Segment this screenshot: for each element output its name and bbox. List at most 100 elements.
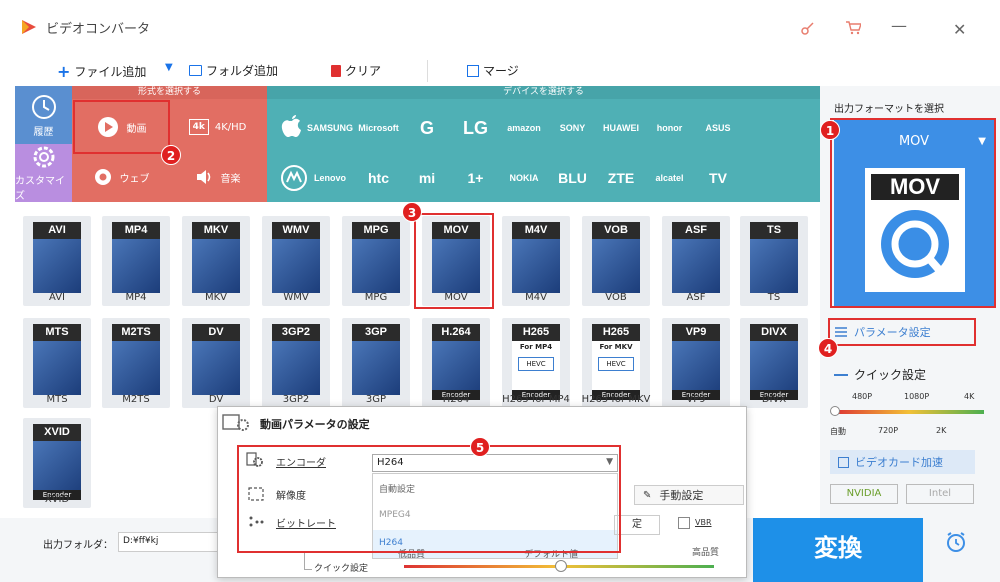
format-tile-label: TS	[750, 222, 798, 239]
nvidia-chip[interactable]: NVIDIA	[830, 484, 898, 504]
mov-highlight-box	[414, 213, 494, 309]
quick-connector	[304, 553, 305, 569]
dropdown-arrow-icon: ▼	[165, 62, 173, 73]
format-tile-art	[33, 441, 81, 495]
trash-icon	[331, 64, 341, 77]
brand-microsoft-icon[interactable]: Microsoft	[354, 114, 404, 142]
motorola-icon[interactable]	[281, 165, 307, 191]
brand-zte-icon[interactable]: ZTE	[596, 164, 646, 192]
format-tile-label: VOB	[592, 222, 640, 239]
format-tile-art	[672, 341, 720, 395]
quality-bar-handle[interactable]	[555, 560, 567, 572]
brand-asus-icon[interactable]: ASUS	[693, 114, 743, 142]
cart-icon[interactable]	[845, 20, 861, 36]
brand-nokia-icon[interactable]: NOKIA	[499, 164, 549, 192]
brand-honor-icon[interactable]: honor	[645, 114, 695, 142]
history-label: 履歴	[33, 126, 54, 138]
brand-htc-icon[interactable]: htc	[354, 164, 404, 192]
brand-g-icon[interactable]: G	[402, 114, 452, 142]
intel-label: Intel	[928, 488, 952, 499]
format-tile-name: MTS	[46, 394, 68, 405]
plus-icon: +	[57, 62, 71, 81]
format-tile-label: ASF	[672, 222, 720, 239]
app-logo-icon	[22, 20, 36, 34]
output-panel: 出力フォーマットを選択 MOV ▼ MOV 1 パラメータ設定 4 クイック設定…	[818, 86, 1000, 582]
brand-blu-icon[interactable]: BLU	[548, 164, 598, 192]
video-params-dialog: 動画パラメータの設定 エンコーダ H264 ▼ 解像度 ビットレート 自動設定 …	[217, 406, 747, 578]
format-tile-label: H265	[592, 324, 640, 341]
web-category[interactable]: ウェブ	[75, 154, 168, 200]
video-highlight-box	[73, 100, 170, 154]
encoder-highlight-box	[237, 445, 621, 553]
folder-icon	[189, 65, 202, 76]
gpu-accel-toggle[interactable]: ビデオカード加速	[830, 450, 975, 474]
gear-icon	[33, 146, 54, 168]
brand-lenovo-icon[interactable]: Lenovo	[305, 164, 355, 192]
customize-tab[interactable]: カスタマイズ	[15, 144, 72, 202]
brand-huawei-icon[interactable]: HUAWEI	[596, 114, 646, 142]
add-file-dropdown[interactable]: ▼	[165, 62, 173, 73]
format-tile-art	[112, 341, 160, 395]
convert-button[interactable]: 変換	[753, 518, 923, 582]
quality-2k: 2K	[936, 426, 947, 435]
format-tile-name: MP4	[125, 292, 147, 303]
output-folder-label: 出力フォルダ：	[43, 540, 113, 551]
clear-button[interactable]: クリア	[331, 62, 381, 79]
brand-mi-icon[interactable]: mi	[402, 164, 452, 192]
format-tile-label: H.264	[432, 324, 480, 341]
clear-label: クリア	[345, 64, 382, 78]
web-label: ウェブ	[119, 173, 150, 185]
4k-icon: 4k	[188, 119, 209, 135]
format-tile-art	[592, 239, 640, 293]
merge-label: マージ	[483, 64, 519, 78]
brand-sony-icon[interactable]: SONY	[548, 114, 598, 142]
close-button[interactable]: ✕	[953, 22, 966, 38]
quality-slider[interactable]	[834, 410, 984, 414]
merge-button[interactable]: マージ	[467, 62, 519, 79]
alarm-clock-icon[interactable]	[945, 531, 967, 553]
format-tile-name: DIVX	[761, 394, 787, 405]
brand-samsung-icon[interactable]: SAMSUNG	[305, 114, 355, 142]
vbr-checkbox[interactable]	[678, 517, 690, 529]
format-tile-label: H265	[512, 324, 560, 341]
format-tile-art	[750, 239, 798, 293]
format-tile-name: VOB	[605, 292, 627, 303]
format-tile-label: 3GP2	[272, 324, 320, 341]
manual-settings-button[interactable]: ✎ 手動設定	[634, 485, 744, 505]
format-tile-name: XVID	[44, 494, 70, 505]
format-tile-codec: HEVC	[518, 357, 554, 371]
quality-1080p: 1080P	[904, 392, 930, 401]
format-tile-name: M4V	[525, 292, 547, 303]
device-header: デバイスを選択する	[267, 86, 820, 99]
brand-lg-icon[interactable]: LG	[451, 114, 501, 142]
add-file-button[interactable]: + ファイル追加	[57, 62, 146, 81]
minimize-button[interactable]: —	[891, 16, 907, 35]
vbr-label: VBR	[695, 518, 712, 527]
hd-category[interactable]: 4k 4K/HD	[170, 103, 265, 151]
brand-tv-icon[interactable]: TV	[693, 164, 743, 192]
format-tile-art: For MKV HEVC	[592, 341, 640, 395]
quality-slider-handle[interactable]	[830, 406, 840, 416]
format-tile-art	[352, 341, 400, 395]
format-tile-name: MPG	[364, 292, 388, 303]
format-tile-name: DV	[208, 394, 224, 405]
apple-icon[interactable]	[280, 113, 304, 141]
brand-amazon-icon[interactable]: amazon	[499, 114, 549, 142]
chip-icon	[838, 456, 849, 468]
title-bar: ビデオコンバータ — ✕	[0, 0, 1000, 56]
audio-category[interactable]: 音楽	[170, 154, 265, 200]
param-highlight-box	[828, 318, 976, 346]
add-folder-button[interactable]: フォルダ追加	[189, 62, 278, 79]
intel-chip[interactable]: Intel	[906, 484, 974, 504]
key-icon[interactable]	[800, 20, 816, 36]
format-highlight-box	[830, 118, 996, 308]
format-tile-label: XVID	[33, 424, 81, 441]
brand-1-icon[interactable]: 1+	[451, 164, 501, 192]
output-folder-input[interactable]: D:¥ff¥kj	[118, 532, 228, 552]
format-tile-art	[512, 239, 560, 293]
format-tile-label: MPG	[352, 222, 400, 239]
history-tab[interactable]: 履歴	[15, 86, 72, 144]
select-format-label: 出力フォーマットを選択	[834, 104, 944, 115]
brand-alcatel-icon[interactable]: alcatel	[645, 164, 695, 192]
format-tile-name: VP9	[686, 394, 706, 405]
